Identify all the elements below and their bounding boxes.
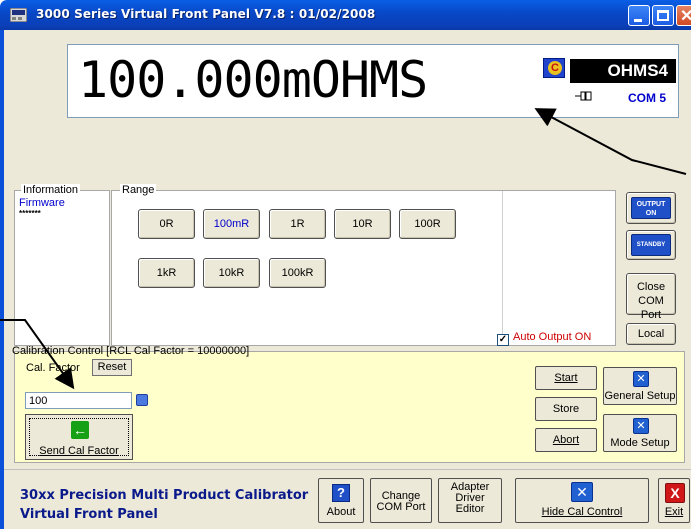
about-label: About (326, 506, 356, 518)
send-cal-factor-button[interactable]: ← Send Cal Factor (25, 414, 133, 460)
calibration-title: Calibration Control [RCL Cal Factor = 10… (12, 345, 250, 357)
window-title: 3000 Series Virtual Front Panel V7.8 : 0… (36, 7, 376, 21)
local-button[interactable]: Local (626, 323, 676, 345)
general-setup-label: General Setup (604, 390, 676, 402)
close-com-label-line1: Close (636, 281, 666, 293)
minimize-button[interactable] (628, 5, 650, 26)
range-title: Range (120, 184, 157, 196)
help-icon: ? (332, 484, 350, 502)
maximize-icon (657, 10, 669, 21)
reading-display: 100.000mOHMS C OHMS4 COM 5 (67, 44, 679, 118)
minimize-icon (634, 19, 642, 22)
information-group: Information Firmware ******* (14, 184, 110, 346)
send-cal-factor-label: Send Cal Factor (39, 445, 119, 457)
output-chip: OUTPUT ON (631, 197, 671, 219)
info-icon[interactable] (136, 394, 148, 406)
product-title-line1: 30xx Precision Multi Product Calibrator (20, 488, 309, 503)
range-button-1r[interactable]: 1R (269, 209, 326, 239)
cal-factor-input[interactable] (25, 392, 132, 409)
application-window: 3000 Series Virtual Front Panel V7.8 : 0… (0, 0, 691, 529)
mode-indicator: OHMS4 (570, 59, 676, 83)
setup-tools-icon: ✕ (571, 482, 593, 502)
range-button-100kr[interactable]: 100kR (269, 258, 326, 288)
firmware-label: Firmware (19, 197, 65, 209)
com-port-label: COM 5 (628, 91, 667, 105)
output-on-button[interactable]: OUTPUT ON (626, 192, 676, 224)
change-com-port-button[interactable]: Change COM Port (370, 478, 432, 523)
plug-icon (575, 91, 592, 101)
range-button-100mr[interactable]: 100mR (203, 209, 260, 239)
exit-icon: X (665, 483, 685, 503)
app-icon (10, 8, 27, 22)
change-com-label-line2: COM Port (376, 501, 426, 513)
adapter-label-line3: Editor (455, 503, 485, 515)
range-button-0r[interactable]: 0R (138, 209, 195, 239)
adapter-driver-editor-button[interactable]: Adapter Driver Editor (438, 478, 502, 523)
product-title-line2: Virtual Front Panel (20, 507, 158, 522)
standby-chip: STANDBY (631, 234, 671, 256)
start-button[interactable]: Start (535, 366, 597, 390)
hide-cal-control-label: Hide Cal Control (541, 506, 623, 518)
range-button-10r[interactable]: 10R (334, 209, 391, 239)
exit-button[interactable]: X Exit (658, 478, 690, 523)
product-title: 30xx Precision Multi Product Calibrator … (20, 486, 308, 524)
maximize-button[interactable] (652, 5, 674, 26)
about-button[interactable]: ? About (318, 478, 364, 523)
range-divider (502, 191, 503, 346)
close-icon: ✕ (680, 8, 691, 25)
setup-tools-icon: ✕ (633, 418, 649, 434)
cal-factor-label: Cal. Factor (26, 362, 80, 374)
range-button-1kr[interactable]: 1kR (138, 258, 195, 288)
checkbox-check-icon[interactable]: ✓ (497, 334, 509, 346)
mode-setup-label: Mode Setup (610, 437, 670, 449)
range-group: Range 0R 100mR 1R 10R 100R 1kR 10kR 100k… (111, 184, 616, 346)
hide-cal-control-button[interactable]: ✕ Hide Cal Control (515, 478, 649, 523)
exit-label: Exit (664, 506, 684, 518)
reading-value: 100.000mOHMS (78, 51, 428, 109)
close-com-label-line2: COM Port (638, 295, 664, 321)
calibrator-logo-icon: C (543, 58, 565, 78)
auto-output-checkbox[interactable]: ✓ Auto Output ON (497, 331, 591, 346)
mode-setup-button[interactable]: ✕ Mode Setup (603, 414, 677, 452)
standby-button[interactable]: STANDBY (626, 230, 676, 260)
auto-output-label: Auto Output ON (513, 331, 592, 343)
information-title: Information (21, 184, 81, 196)
range-button-10kr[interactable]: 10kR (203, 258, 260, 288)
close-button[interactable]: ✕ (676, 5, 691, 26)
general-setup-button[interactable]: ✕ General Setup (603, 367, 677, 405)
close-com-port-button[interactable]: Close COM Port (626, 273, 676, 321)
reset-button[interactable]: Reset (92, 359, 132, 376)
green-arrow-icon: ← (71, 421, 89, 439)
output-label-line2: ON (645, 210, 657, 217)
store-button[interactable]: Store (535, 397, 597, 421)
setup-tools-icon: ✕ (633, 371, 649, 387)
range-button-100r[interactable]: 100R (399, 209, 456, 239)
output-label-line1: OUTPUT (636, 201, 666, 208)
title-bar[interactable]: 3000 Series Virtual Front Panel V7.8 : 0… (0, 0, 691, 30)
abort-button[interactable]: Abort (535, 428, 597, 452)
firmware-value: ******* (19, 209, 41, 218)
